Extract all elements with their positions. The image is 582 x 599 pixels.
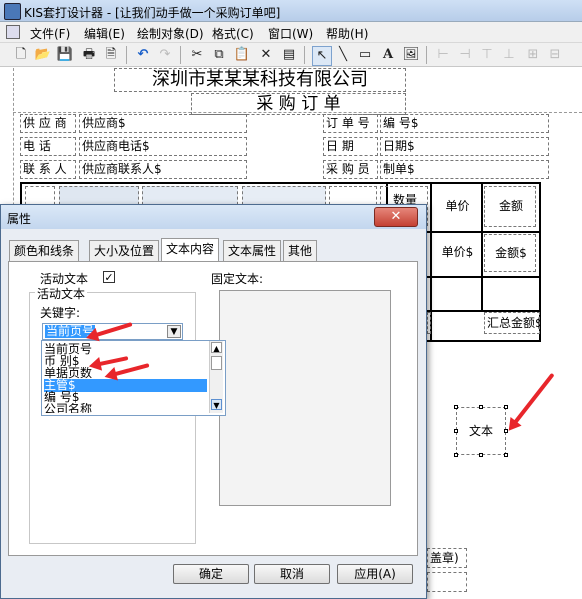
active-text-checkbox[interactable]: ✓: [103, 271, 115, 283]
undo-icon[interactable]: ↶: [134, 46, 152, 64]
tab-text-attributes[interactable]: 文本属性: [223, 240, 282, 261]
order-no-field[interactable]: 编 号$: [380, 114, 549, 133]
tab-other[interactable]: 其他: [283, 240, 318, 261]
total-amount-field[interactable]: 汇总金额$: [484, 312, 540, 334]
save-icon[interactable]: 💾: [56, 46, 74, 64]
align-bottom-icon[interactable]: ⊥: [500, 46, 518, 64]
image-tool-icon[interactable]: 🖼: [402, 46, 420, 64]
chevron-down-icon[interactable]: ▼: [167, 325, 181, 338]
align-left-icon[interactable]: ⊢: [434, 46, 452, 64]
apply-button[interactable]: 应用(A): [337, 564, 413, 584]
resize-handle[interactable]: [479, 405, 483, 409]
footer-field-partial[interactable]: [427, 572, 467, 592]
keyword-dropdown-list[interactable]: 当前页号 币 别$ 单据页数 主管$ 编 号$ 公司名称 ▲ ▼: [41, 340, 226, 416]
cut-icon[interactable]: ✂: [188, 46, 206, 64]
document-title[interactable]: 采 购 订 单: [191, 93, 406, 115]
new-file-icon[interactable]: 🗋: [12, 46, 30, 64]
toolbar-separator: [126, 46, 127, 64]
list-item[interactable]: 公司名称: [44, 403, 207, 413]
scroll-thumb[interactable]: [211, 356, 222, 370]
buyer-label[interactable]: 采 购 员: [323, 160, 378, 179]
company-name[interactable]: 深圳市某某某科技有限公司: [114, 68, 406, 92]
close-button[interactable]: ✕: [374, 207, 418, 227]
resize-handle[interactable]: [454, 429, 458, 433]
resize-handle[interactable]: [479, 453, 483, 457]
cancel-button[interactable]: 取消: [254, 564, 330, 584]
menu-format[interactable]: 格式(C): [212, 25, 254, 42]
delete-icon[interactable]: ✕: [257, 46, 275, 64]
paste-icon[interactable]: 📋: [233, 46, 251, 64]
fixed-text-area[interactable]: [219, 290, 391, 506]
fixed-text-label: 固定文本:: [211, 272, 264, 286]
print-icon[interactable]: 🖶: [80, 46, 98, 64]
menu-edit[interactable]: 编辑(E): [84, 25, 125, 42]
price-header[interactable]: 单价: [433, 186, 480, 226]
contact-field[interactable]: 供应商联系人$: [79, 160, 247, 179]
menu-help[interactable]: 帮助(H): [326, 25, 368, 42]
text-object-selected[interactable]: 文本: [456, 407, 506, 455]
resize-handle[interactable]: [504, 453, 508, 457]
contact-label[interactable]: 联 系 人: [20, 160, 76, 179]
document-icon[interactable]: [6, 25, 20, 39]
resize-handle[interactable]: [504, 405, 508, 409]
annotation-arrow: [513, 372, 555, 425]
price-field[interactable]: 单价$: [433, 234, 480, 272]
menu-draw-object[interactable]: 绘制对象(D): [137, 25, 204, 42]
tab-text-content[interactable]: 文本内容: [161, 238, 220, 262]
toolbar-separator: [426, 46, 427, 64]
scroll-down-icon[interactable]: ▼: [211, 399, 222, 410]
phone-label[interactable]: 电 话: [20, 137, 76, 156]
toolbar-separator: [304, 46, 305, 64]
toolbar: 🗋 📂 💾 🖶 🗎 ↶ ↷ ✂ ⧉ 📋 ✕ ▤ ↖ ╲ ▭ A 🖼 ⊢ ⊣ ⊤ …: [0, 43, 582, 67]
center-icon[interactable]: ⊞: [524, 46, 542, 64]
scroll-up-icon[interactable]: ▲: [211, 342, 222, 353]
supplier-label[interactable]: 供 应 商: [20, 114, 76, 133]
resize-handle[interactable]: [454, 453, 458, 457]
window-title: KIS套打设计器 - [让我们动手做一个采购订单吧]: [24, 6, 281, 20]
menu-file[interactable]: 文件(F): [30, 25, 70, 42]
group-label: 活动文本: [35, 285, 88, 302]
date-field[interactable]: 日期$: [380, 137, 549, 156]
table-col-divider: [481, 184, 483, 310]
line-tool-icon[interactable]: ╲: [334, 46, 352, 64]
print-preview-icon[interactable]: 🗎: [102, 46, 120, 64]
menu-window[interactable]: 窗口(W): [268, 25, 313, 42]
amount-field[interactable]: 金额$: [484, 234, 536, 272]
open-folder-icon[interactable]: 📂: [34, 46, 52, 64]
pointer-icon[interactable]: ↖: [312, 46, 332, 66]
date-label[interactable]: 日 期: [323, 137, 378, 156]
amount-header[interactable]: 金额: [484, 186, 536, 227]
align-top-icon[interactable]: ⊤: [478, 46, 496, 64]
equal-size-icon[interactable]: ⊟: [546, 46, 564, 64]
buyer-field[interactable]: 制单$: [380, 160, 549, 179]
keyword-label: 关键字:: [40, 306, 81, 320]
align-right-icon[interactable]: ⊣: [456, 46, 474, 64]
toolbar-separator: [180, 46, 181, 64]
dialog-title: 属性: [7, 212, 32, 226]
dialog-title-bar[interactable]: 属性 ✕: [1, 205, 426, 229]
title-bar: KIS套打设计器 - [让我们动手做一个采购订单吧]: [0, 0, 582, 22]
tab-size-position[interactable]: 大小及位置: [89, 240, 160, 261]
phone-field[interactable]: 供应商电话$: [79, 137, 247, 156]
order-no-label[interactable]: 订 单 号: [323, 114, 378, 133]
list-scrollbar[interactable]: ▲ ▼: [209, 341, 223, 413]
text-tool-icon[interactable]: A: [379, 46, 397, 64]
supplier-field[interactable]: 供应商$: [79, 114, 247, 133]
ok-button[interactable]: 确定: [173, 564, 249, 584]
properties-dialog: 属性 ✕ 颜色和线条 大小及位置 文本内容 文本属性 其他 活动文本 ✓ 活动文…: [0, 204, 427, 599]
redo-icon[interactable]: ↷: [156, 46, 174, 64]
table-footer-cell[interactable]: [427, 312, 431, 334]
properties-icon[interactable]: ▤: [280, 46, 298, 64]
footer-field-partial[interactable]: 盖章): [427, 548, 467, 568]
menu-bar: 文件(F) 编辑(E) 绘制对象(D) 格式(C) 窗口(W) 帮助(H): [0, 22, 582, 43]
rect-tool-icon[interactable]: ▭: [356, 46, 374, 64]
tab-color-lines[interactable]: 颜色和线条: [9, 240, 80, 261]
app-icon: [4, 3, 21, 20]
resize-handle[interactable]: [454, 405, 458, 409]
copy-icon[interactable]: ⧉: [210, 46, 228, 64]
